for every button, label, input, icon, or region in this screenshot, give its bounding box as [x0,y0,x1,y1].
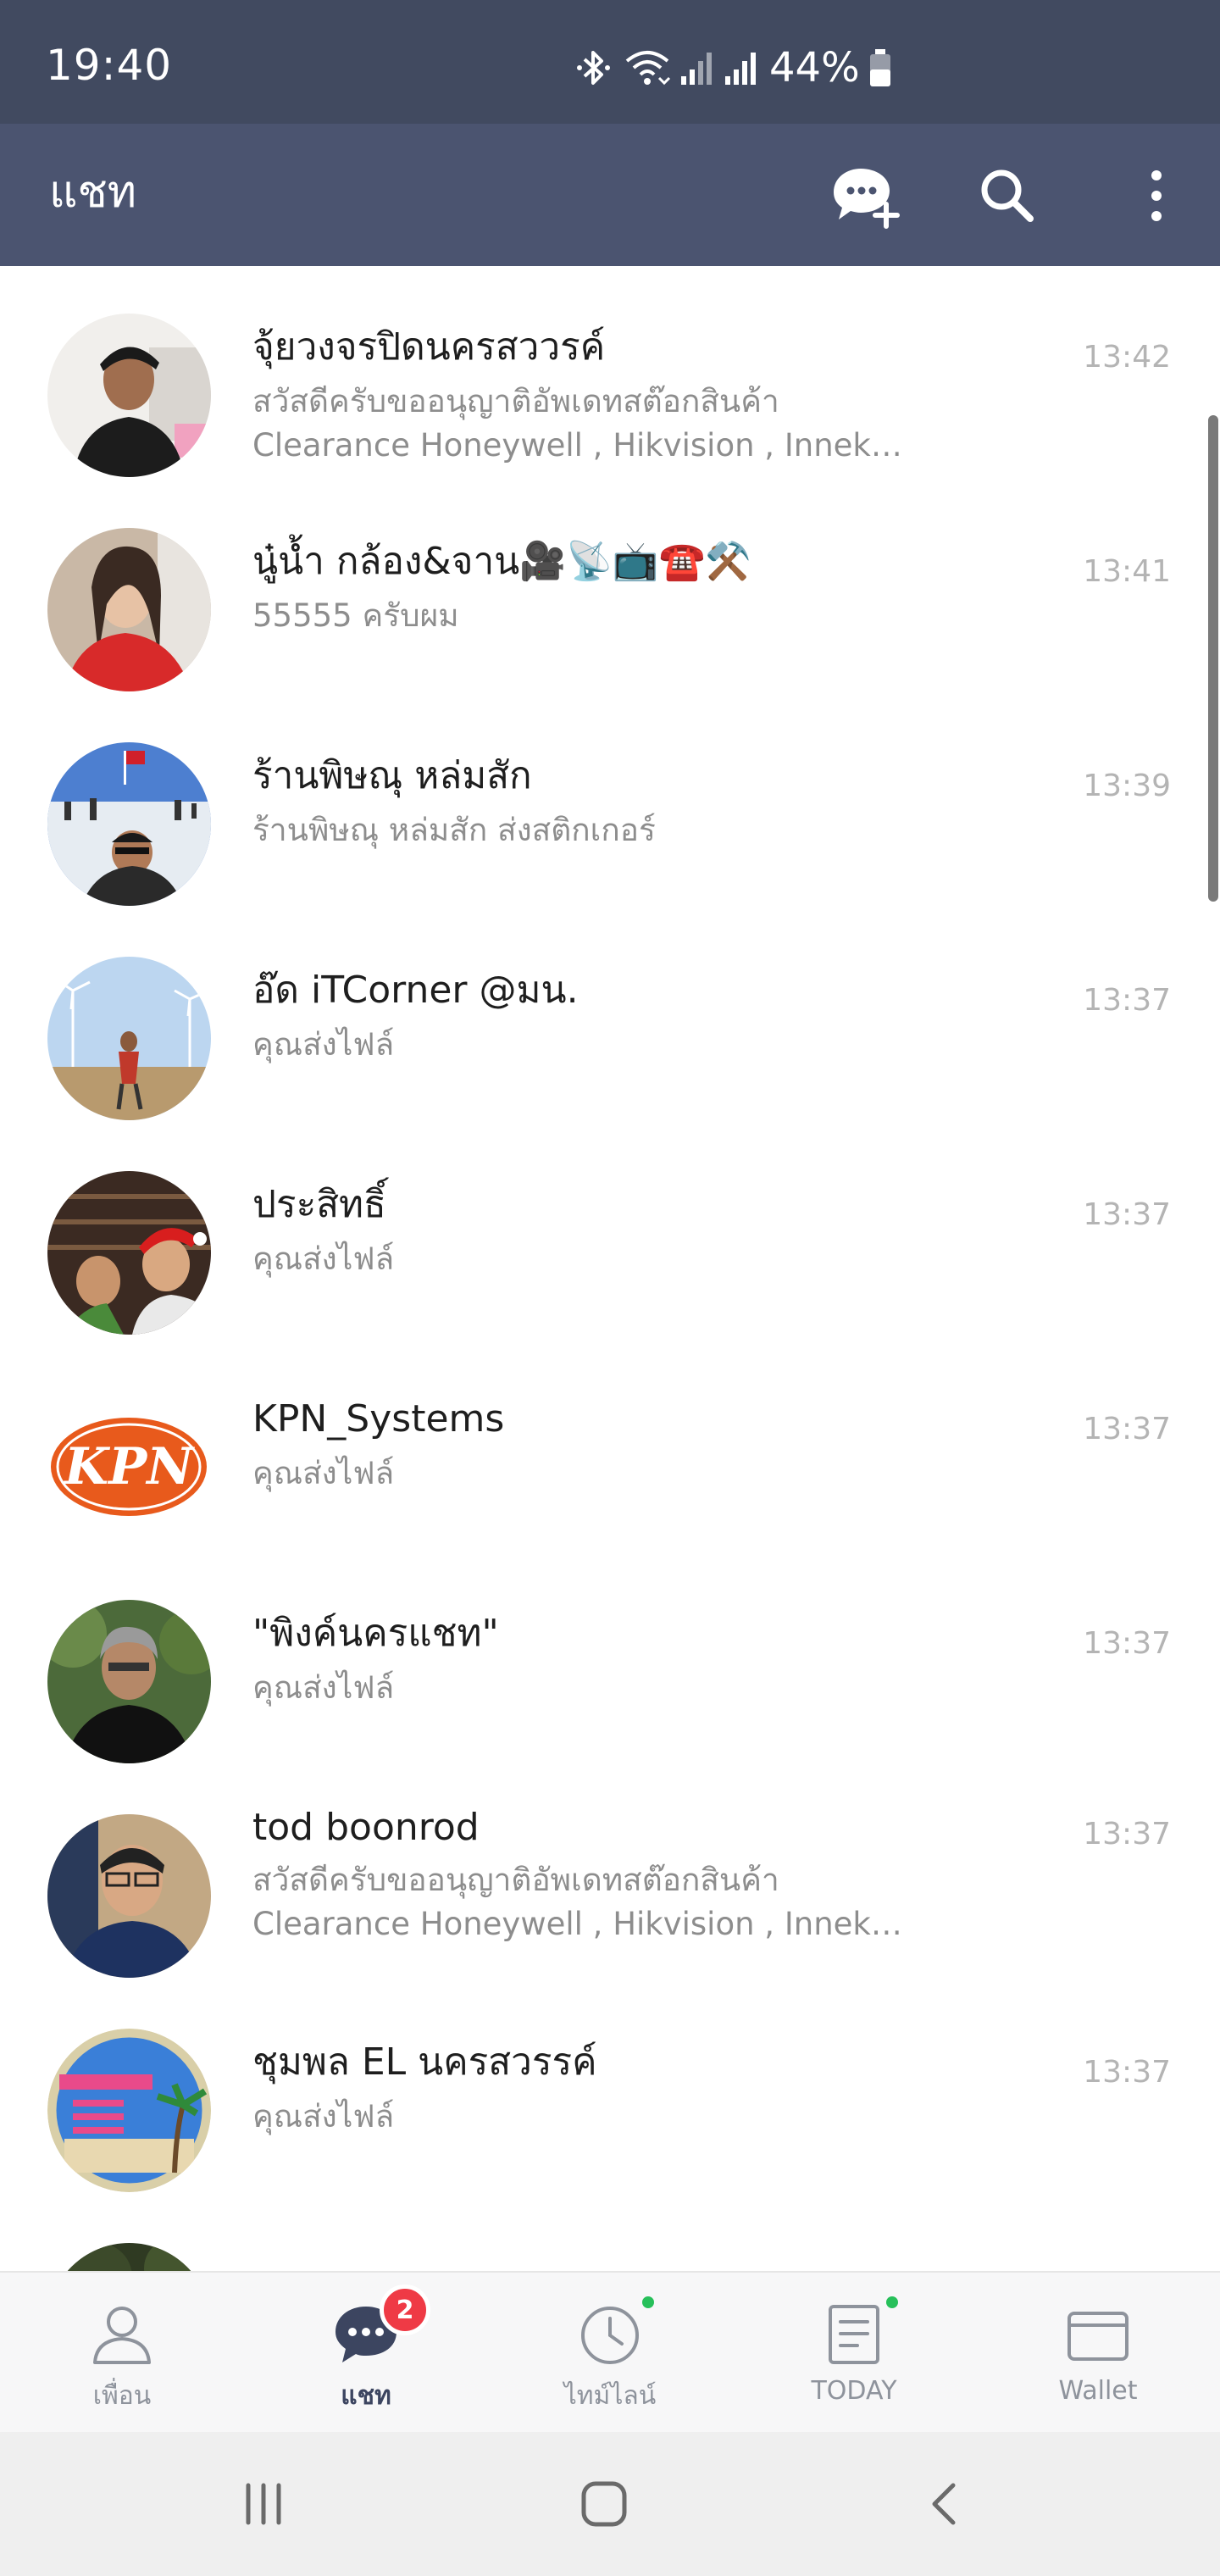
chat-name: จุ้ยวงจรปิดนครสววรค์ [252,325,606,369]
chat-time: 13:37 [1083,1817,1171,1852]
chat-name: tod boonrod [252,1806,480,1849]
chat-time: 13:41 [1083,554,1171,589]
new-chat-icon [834,169,900,229]
chat-name: "พิงค์นครแชท" [252,1612,499,1655]
search-icon [981,169,1034,222]
scrollbar[interactable] [1208,415,1218,902]
avatar [47,2029,211,2192]
new-activity-dot [886,2296,898,2308]
tab-chats[interactable]: แชท [244,2273,488,2434]
tab-timeline[interactable]: ไทม์ไลน์ [488,2273,732,2434]
tab-label: TODAY [811,2376,897,2406]
recent-apps-button[interactable] [225,2466,302,2542]
new-activity-dot [642,2296,654,2308]
status-icons: 44% [576,47,892,88]
chat-list-item[interactable]: ชุมพล EL นครสวรรค์ คุณส่งไฟล์ 13:37 [0,1981,1220,2196]
avatar [47,1171,211,1335]
chat-time: 13:37 [1083,1626,1171,1661]
chat-list-item[interactable]: จุ้ยวงจรปิดนครสววรค์ สวัสดีครับขออนุญาติ… [0,266,1220,480]
chat-last-message: 55555 ครับผม [252,597,459,634]
news-icon [829,2305,879,2364]
recent-apps-icon [246,2483,281,2525]
chat-list-item[interactable]: ประสิทธิ์ คุณส่งไฟล์ 13:37 [0,1124,1220,1338]
bottom-tab-bar: เพื่อน แชท 2 ไทม์ไลน์ TODAY Wallet [0,2271,1220,2432]
chat-last-message: คุณส่งไฟล์ [252,1669,395,1706]
chat-last-message: คุณส่งไฟล์ [252,1241,395,1277]
chat-time: 13:37 [1083,2055,1171,2090]
wifi-icon [625,51,671,86]
chat-last-message-line2: Clearance Honeywell , Hikvision , Innekt… [252,427,913,464]
search-button[interactable] [969,158,1045,234]
chat-time: 13:37 [1083,1197,1171,1232]
chat-time: 13:37 [1083,1412,1171,1446]
person-icon [93,2307,151,2364]
new-chat-button[interactable] [827,158,903,234]
unread-badge: 2 [380,2285,430,2335]
avatar [47,1814,211,1978]
tab-label: ไทม์ไลน์ [563,2381,657,2411]
tab-wallet[interactable]: Wallet [976,2273,1220,2434]
tab-today[interactable]: TODAY [732,2273,976,2434]
avatar [47,1600,211,1763]
avatar [47,314,211,477]
back-icon [932,2483,956,2525]
home-icon [581,2481,627,2527]
page-title: แชท [49,167,137,218]
avatar [47,957,211,1120]
tab-label: Wallet [1058,2376,1138,2406]
chat-list-item[interactable]: นู๋น้ำ กล้อง&จาน🎥📡📺☎️⚒️ 55555 ครับผม 13:… [0,480,1220,695]
avatar: KPN [47,1385,211,1549]
chat-list-item[interactable]: "พิงค์นครแชท" คุณส่งไฟล์ 13:37 [0,1552,1220,1767]
avatar [47,2243,211,2271]
chat-last-message: คุณส่งไฟล์ [252,1455,395,1491]
chat-list-item[interactable]: ร้านพิษณุ หล่มสัก ร้านพิษณุ หล่มสัก ส่งส… [0,695,1220,909]
chat-name: KPN_Systems [252,1397,505,1441]
kpn-logo-text: KPN [63,1437,195,1496]
more-options-button[interactable] [1118,158,1195,234]
tab-friends[interactable]: เพื่อน [0,2273,244,2434]
chat-time: 13:37 [1083,983,1171,1018]
chat-last-message-line2: Clearance Honeywell , Hikvision , Innekt… [252,1906,913,1942]
chat-name: นู๋น้ำ กล้อง&จาน🎥📡📺☎️⚒️ [252,540,752,583]
chat-time: 13:39 [1083,769,1171,803]
chat-last-message: คุณส่งไฟล์ [252,2098,395,2135]
battery-icon [869,49,890,86]
avatar [47,528,211,691]
chat-last-message: สวัสดีครับขออนุญาติอัพเดทสต๊อกสินค้า [252,383,779,419]
avatar [47,742,211,906]
chat-list-item[interactable]: tod boonrod สวัสดีครับขออนุญาติอัพเดทสต๊… [0,1767,1220,1981]
chat-name: ร้านพิษณุ หล่มสัก [252,754,532,797]
chat-list-item[interactable]: อ๊ด iTCorner @มน. คุณส่งไฟล์ 13:37 [0,909,1220,1124]
chat-name: ประสิทธิ์ [252,1183,386,1226]
status-time: 19:40 [46,41,173,90]
chat-last-message: ร้านพิษณุ หล่มสัก ส่งสติกเกอร์ [252,812,656,848]
chat-list-item[interactable] [0,2196,1220,2271]
battery-percent: 44% [769,44,860,92]
tab-label: แชท [341,2381,391,2411]
home-button[interactable] [566,2466,642,2542]
tab-label: เพื่อน [92,2381,152,2411]
back-button[interactable] [907,2466,983,2542]
chat-last-message: คุณส่งไฟล์ [252,1026,395,1063]
chat-time: 13:42 [1083,340,1171,375]
system-navigation-bar [0,2432,1220,2576]
signal-icon [681,53,712,85]
more-vertical-icon [1151,170,1162,221]
chat-last-message: สวัสดีครับขออนุญาติอัพเดทสต๊อกสินค้า [252,1862,779,1898]
bluetooth-icon [577,51,610,85]
status-bar: 19:40 44% [0,0,1220,124]
chat-list[interactable]: จุ้ยวงจรปิดนครสววรค์ สวัสดีครับขออนุญาติ… [0,266,1220,2271]
app-header: แชท [0,124,1220,266]
chat-name: อ๊ด iTCorner @มน. [252,969,579,1012]
signal-icon-2 [725,53,756,85]
chat-name: ชุมพล EL นครสวรรค์ [252,2040,597,2084]
clock-icon [581,2307,639,2364]
wallet-icon [1068,2312,1128,2361]
chat-list-item[interactable]: KPN KPN_Systems คุณส่งไฟล์ 13:37 [0,1338,1220,1552]
